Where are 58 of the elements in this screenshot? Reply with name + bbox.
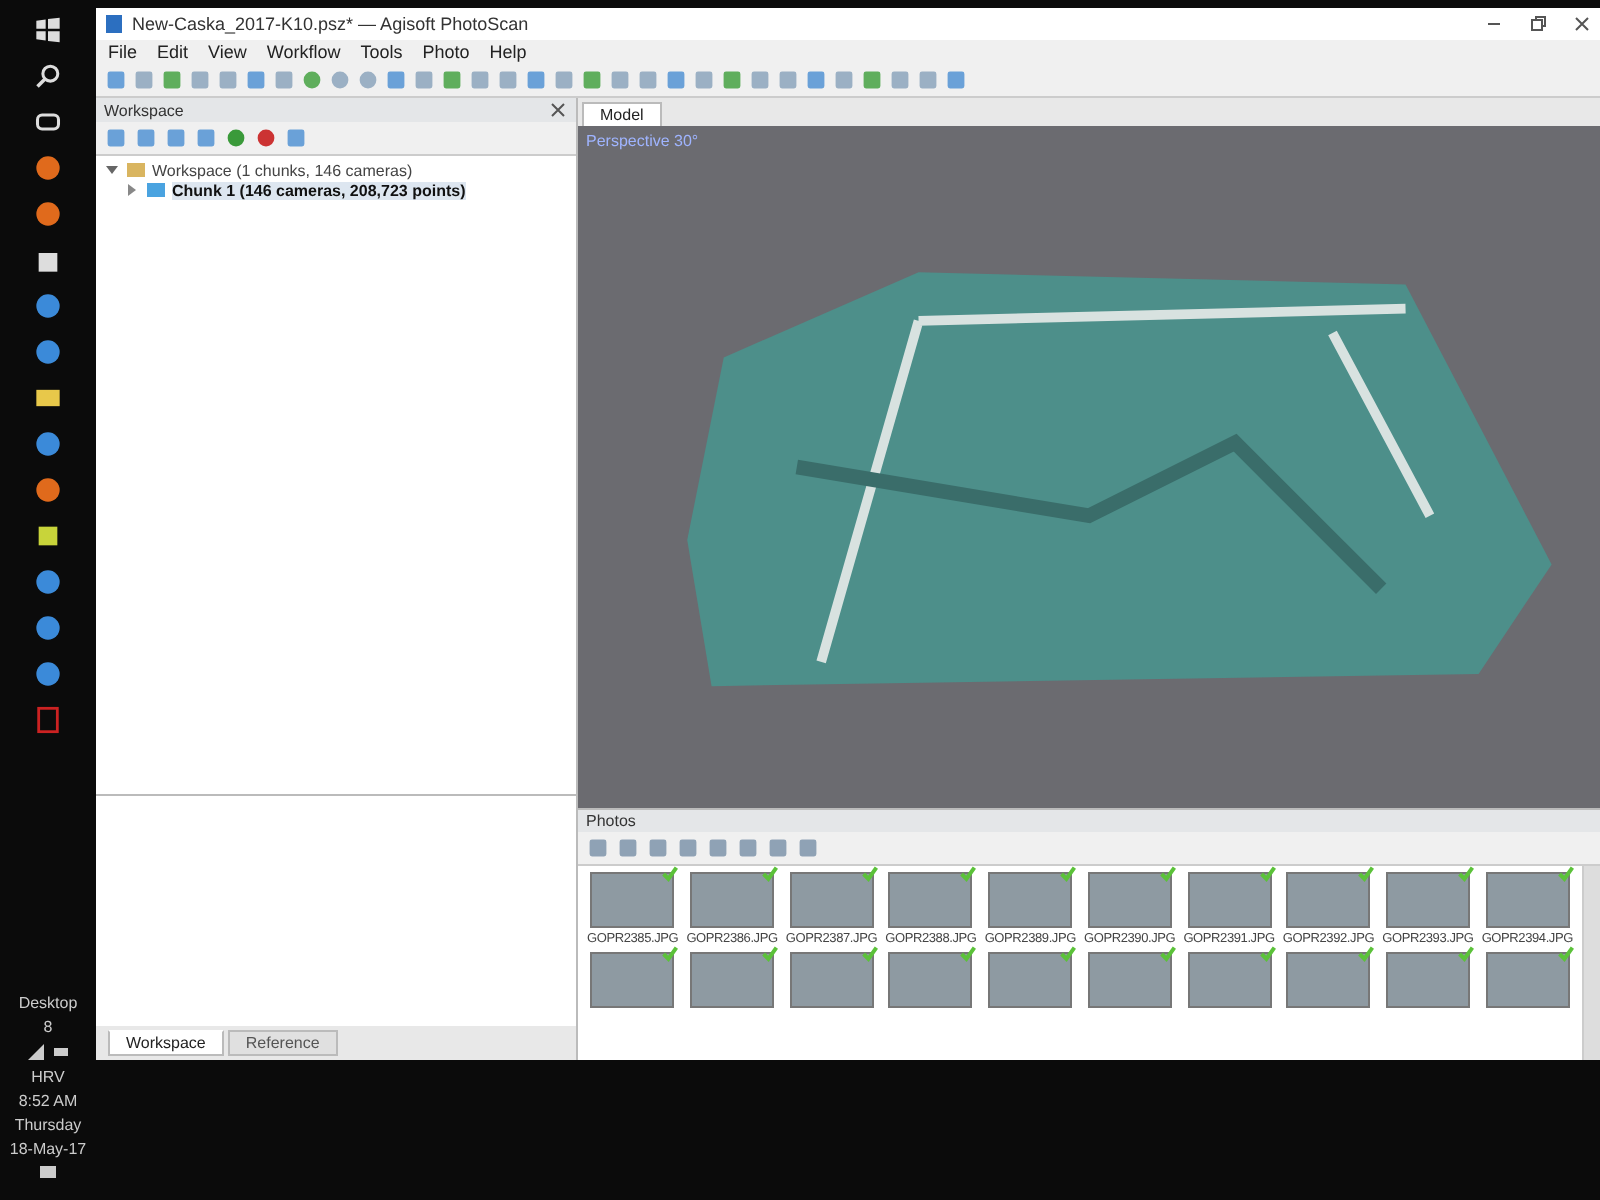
photo-thumbnail[interactable] [1286,952,1371,1008]
photo-thumbnail[interactable] [1286,872,1371,928]
expanded-arrow-icon[interactable] [104,162,120,178]
photo-thumbnail[interactable] [690,872,775,928]
menu-item[interactable]: Help [489,42,527,62]
desktop-number: 8 [43,1018,53,1036]
clock-day: Thursday [14,1116,82,1134]
photo-thumbnail[interactable] [988,952,1073,1008]
battery-icon[interactable] [51,1042,71,1062]
restore-icon[interactable] [1528,14,1548,34]
menu-item[interactable]: Workflow [266,42,341,62]
photo-thumbnail[interactable] [1087,952,1172,1008]
language-indicator[interactable]: HRV [31,1068,65,1086]
photo-thumbnail[interactable] [1385,872,1470,928]
photo-thumbnail[interactable] [1485,872,1570,928]
menu-item[interactable]: File [108,42,138,62]
tree-item[interactable]: Chunk 1 (146 cameras, 208,723 points) [172,181,466,199]
photo-thumbnail[interactable] [590,872,675,928]
menu-item[interactable]: Tools [360,42,403,62]
photo-thumbnail[interactable] [1087,872,1172,928]
viewport-label: Perspective 30° [586,132,699,150]
photo-thumbnail[interactable] [1187,872,1272,928]
app-icon[interactable] [34,614,62,642]
app-icon[interactable] [34,660,62,688]
photo-thumbnail[interactable] [1485,952,1570,1008]
photo-thumbnail[interactable] [888,952,973,1008]
photo-thumbnail[interactable] [789,952,874,1008]
desktop-label[interactable]: Desktop [18,994,78,1012]
pane-tab[interactable]: Reference [227,1030,338,1056]
note-icon[interactable] [34,522,62,550]
photo-thumbnail[interactable] [988,872,1073,928]
app-icon[interactable] [34,338,62,366]
collapsed-arrow-icon[interactable] [124,182,140,198]
scrollbar[interactable] [1582,866,1600,1060]
windows-logo-icon[interactable] [34,16,62,44]
photo-thumbnail[interactable] [888,872,973,928]
menu-item[interactable]: Photo [422,42,470,62]
photo-thumbnail[interactable] [789,872,874,928]
app-logo-icon [104,14,124,34]
view-tab[interactable]: Model [582,102,662,126]
pane-title: Photos [586,812,636,830]
pane-tab[interactable]: Workspace [108,1030,224,1056]
menu-item[interactable]: Edit [157,42,189,62]
pane-title: Workspace [104,101,184,119]
search-icon[interactable] [34,62,62,90]
task-view-icon[interactable] [34,108,62,136]
app-icon[interactable] [34,292,62,320]
photo-thumbnail[interactable] [590,952,675,1008]
menu-item[interactable]: View [208,42,247,62]
clock-time[interactable]: 8:52 AM [18,1092,78,1110]
app-icon[interactable] [34,430,62,458]
photo-thumbnail[interactable] [690,952,775,1008]
app-icon[interactable] [34,568,62,596]
window-title: New-Caska_2017-K10.psz* — Agisoft PhotoScan [132,14,529,34]
photo-thumbnail[interactable] [1187,952,1272,1008]
tree-item[interactable]: Workspace (1 chunks, 146 cameras) [152,161,413,179]
photo-thumbnail[interactable] [1385,952,1470,1008]
clock-date: 18-May-17 [9,1140,87,1158]
